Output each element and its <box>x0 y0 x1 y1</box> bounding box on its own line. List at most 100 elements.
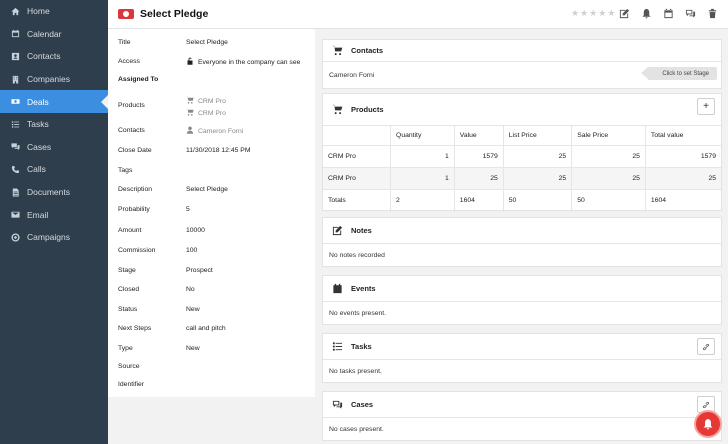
quantity-cell: 1 <box>390 167 455 190</box>
notes-card: Notes No notes recorded <box>322 217 722 267</box>
file-icon <box>10 187 20 197</box>
sidebar-item-calendar[interactable]: Calendar <box>0 23 108 46</box>
contacts-label: Contacts <box>118 127 145 134</box>
column-header: Value <box>453 125 504 146</box>
title-value: Select Pledge <box>186 39 228 46</box>
rating-stars[interactable]: ★ ★ ★ ★ ★ <box>571 9 615 18</box>
star-icon[interactable]: ★ <box>580 9 588 18</box>
sidebar-item-calls[interactable]: Calls <box>0 158 108 181</box>
sidebar-item-tasks[interactable]: Tasks <box>0 113 108 136</box>
products-card-title: Products <box>351 105 384 114</box>
tasks-empty-text: No tasks present. <box>329 368 382 375</box>
star-icon[interactable]: ★ <box>607 9 615 18</box>
sale-price-cell: 25 <box>571 145 646 168</box>
total-value-cell: 25 <box>644 167 721 190</box>
header-actions <box>618 7 718 19</box>
comments-icon <box>10 142 20 152</box>
contacts-card-title: Contacts <box>351 46 384 55</box>
stage-value: Prospect <box>186 267 213 274</box>
deal-details-panel: Title Select Pledge Access Everyone in t… <box>108 29 315 397</box>
products-label: Products <box>118 102 145 109</box>
contact-name: Cameron Forni <box>198 128 244 135</box>
link-task-button[interactable] <box>697 338 715 355</box>
product-link[interactable]: CRM Pro <box>186 108 226 117</box>
sidebar-item-label: Tasks <box>27 119 49 130</box>
sidebar-item-label: Cases <box>27 141 52 152</box>
type-label: Type <box>118 345 133 352</box>
title-label: Title <box>118 39 131 46</box>
calendar-icon[interactable] <box>662 7 674 19</box>
events-card-header: Events <box>323 276 721 302</box>
calendar-icon <box>331 283 343 295</box>
product-name: CRM Pro <box>198 98 226 105</box>
comments-icon[interactable] <box>684 7 696 19</box>
star-icon[interactable]: ★ <box>598 9 606 18</box>
totals-row: Totals 2 1604 50 50 1604 <box>323 189 721 212</box>
description-value: Select Pledge <box>186 186 228 193</box>
products-card-header: Products <box>323 94 721 125</box>
sidebar-item-cases[interactable]: Cases <box>0 136 108 159</box>
tags-label: Tags <box>118 167 133 174</box>
sidebar-item-home[interactable]: Home <box>0 0 108 23</box>
column-header: Total value <box>644 125 721 146</box>
next-steps-label: Next Steps <box>118 325 152 332</box>
sale-price-cell: 25 <box>571 167 646 190</box>
column-header: Sale Price <box>571 125 646 146</box>
sidebar-item-label: Home <box>27 6 50 17</box>
edit-icon[interactable] <box>618 7 630 19</box>
edit-icon <box>331 225 343 237</box>
products-card: Products + Quantity Value List Price Sal… <box>322 93 722 212</box>
type-value: New <box>186 345 200 352</box>
bell-icon <box>702 418 714 430</box>
commission-label: Commission <box>118 247 156 254</box>
notes-card-title: Notes <box>351 226 372 235</box>
bell-icon[interactable] <box>640 7 652 19</box>
contact-link[interactable]: Cameron Forni <box>186 126 243 135</box>
deal-money-icon <box>118 9 134 19</box>
star-icon[interactable]: ★ <box>589 9 597 18</box>
identifier-label: Identifier <box>118 381 145 388</box>
product-name: CRM Pro <box>198 110 226 117</box>
table-row[interactable]: CRM Pro 1 1579 25 25 1579 <box>323 145 721 168</box>
contacts-card: Contacts Cameron Forni Click to set Stag… <box>322 39 722 89</box>
title-group: Select Pledge <box>118 8 208 20</box>
lock-icon <box>186 57 194 65</box>
product-link[interactable]: CRM Pro <box>186 96 226 105</box>
link-icon <box>702 401 710 409</box>
access-text: Everyone in the company can see <box>198 59 301 66</box>
cases-card-header: Cases <box>323 392 721 418</box>
building-icon <box>10 74 20 84</box>
set-stage-button[interactable]: Click to set Stage <box>641 67 717 80</box>
cart-icon <box>331 104 343 116</box>
status-value: New <box>186 306 200 313</box>
list-price-cell: 25 <box>502 145 572 168</box>
column-header: Quantity <box>390 125 455 146</box>
events-empty-text: No events present. <box>329 310 387 317</box>
cart-icon <box>186 96 194 104</box>
star-icon[interactable]: ★ <box>571 9 579 18</box>
probability-label: Probability <box>118 206 150 213</box>
sidebar-item-companies[interactable]: Companies <box>0 68 108 91</box>
tasks-card-title: Tasks <box>351 342 372 351</box>
contact-name: Cameron Forni <box>329 71 375 79</box>
status-label: Status <box>118 306 138 313</box>
money-icon <box>10 97 20 107</box>
table-row[interactable]: CRM Pro 1 25 25 25 25 <box>323 167 721 190</box>
next-steps-value: call and pitch <box>186 325 226 332</box>
access-label: Access <box>118 58 140 65</box>
sidebar-item-campaigns[interactable]: Campaigns <box>0 226 108 249</box>
description-label: Description <box>118 186 152 193</box>
totals-list-price: 50 <box>502 189 572 212</box>
notification-button[interactable] <box>694 410 722 438</box>
home-icon <box>10 6 20 16</box>
close-date-label: Close Date <box>118 147 152 154</box>
sidebar-item-contacts[interactable]: Contacts <box>0 45 108 68</box>
add-product-button[interactable]: + <box>697 98 715 115</box>
sidebar-item-documents[interactable]: Documents <box>0 181 108 204</box>
closed-label: Closed <box>118 286 140 293</box>
trash-icon[interactable] <box>706 7 718 19</box>
sidebar-item-email[interactable]: Email <box>0 203 108 226</box>
sidebar-item-deals[interactable]: Deals <box>0 90 108 113</box>
sidebar-item-label: Deals <box>27 96 49 107</box>
notes-card-header: Notes <box>323 218 721 244</box>
